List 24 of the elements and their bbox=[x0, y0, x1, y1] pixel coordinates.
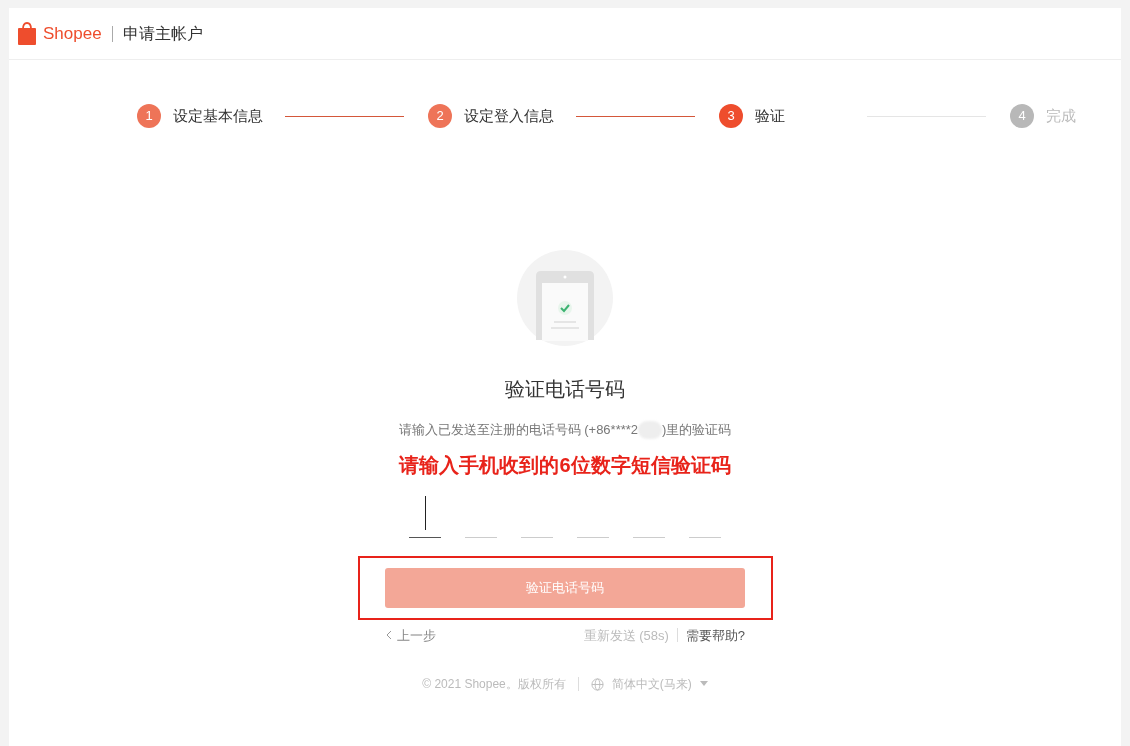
verify-title: 验证电话号码 bbox=[505, 377, 625, 402]
resend-link[interactable]: 重新发送 (58s) bbox=[583, 625, 669, 645]
phone-check-icon bbox=[517, 250, 613, 346]
step-label: 设定登入信息 bbox=[464, 105, 555, 126]
back-link[interactable]: 上一步 bbox=[385, 625, 436, 645]
logo-text[interactable]: Shopee bbox=[43, 20, 102, 47]
globe-icon bbox=[590, 677, 604, 691]
step-label: 设定基本信息 bbox=[173, 105, 264, 126]
chevron-left-icon bbox=[385, 630, 393, 641]
step-number: 2 bbox=[428, 104, 452, 128]
step-number: 3 bbox=[719, 104, 743, 128]
language-selector[interactable]: 简体中文(马来) bbox=[590, 675, 708, 693]
shopping-bag-icon bbox=[17, 21, 37, 46]
step-label: 验证 bbox=[755, 105, 786, 126]
instruction-text: 请输入已发送至注册的电话号码 (+86****2 )里的验证码 bbox=[398, 420, 732, 440]
page-title: 申请主帐户 bbox=[122, 23, 203, 44]
annotation-text: 请输入手机收到的6位数字短信验证码 bbox=[399, 452, 731, 478]
help-link[interactable]: 需要帮助? bbox=[685, 625, 745, 645]
code-digit-field[interactable] bbox=[409, 495, 441, 538]
copyright-text: © 2021 Shopee。版权所有 bbox=[422, 676, 566, 693]
step-number: 1 bbox=[137, 104, 161, 128]
step-label: 完成 bbox=[1046, 105, 1077, 126]
step-number: 4 bbox=[1010, 104, 1034, 128]
caret-icon bbox=[699, 681, 708, 687]
